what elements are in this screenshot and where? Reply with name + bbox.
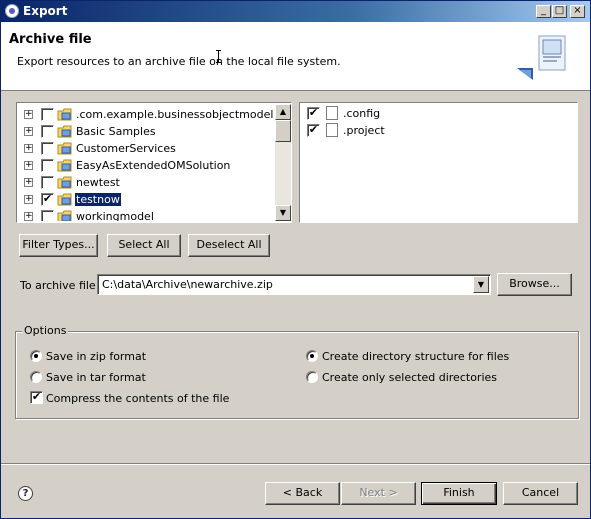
project-checkbox[interactable] xyxy=(41,159,54,172)
project-tree-scrollbar[interactable]: ▲ ▼ xyxy=(275,104,291,221)
project-tree-row[interactable]: + Basic Samples xyxy=(18,123,273,140)
select-all-button[interactable]: Select All xyxy=(107,234,181,257)
options-group: Options Save in zip format Save in tar f… xyxy=(15,324,579,419)
scrollbar-thumb[interactable] xyxy=(275,120,291,142)
project-folder-icon xyxy=(57,108,72,121)
file-checkbox[interactable]: ✔ xyxy=(307,124,320,137)
minimize-button[interactable]: _ xyxy=(536,5,551,18)
finish-button[interactable]: Finish xyxy=(421,482,497,505)
project-tree-row[interactable]: + newtest xyxy=(18,174,273,191)
expand-icon[interactable]: + xyxy=(24,144,33,153)
text-file-icon xyxy=(326,106,338,120)
file-row[interactable]: ✔ .project xyxy=(304,122,574,139)
deselect-all-button[interactable]: Deselect All xyxy=(188,234,270,257)
filter-types-button[interactable]: Filter Types... xyxy=(19,234,98,257)
project-tree-row[interactable]: + .com.example.businessobjectmodel xyxy=(18,106,273,123)
project-tree-row[interactable]: + EasyAsExtendedOMSolution xyxy=(18,157,273,174)
scroll-up-arrow-icon[interactable]: ▲ xyxy=(275,104,291,120)
title-bar[interactable]: Export _ □ × xyxy=(1,1,590,22)
expand-icon[interactable]: + xyxy=(24,212,33,221)
project-label[interactable]: .com.example.businessobjectmodel xyxy=(75,108,273,121)
zip-format-radio[interactable] xyxy=(30,350,42,362)
zip-format-label[interactable]: Save in zip format xyxy=(46,350,146,363)
selected-directories-radio[interactable] xyxy=(306,371,318,383)
project-label[interactable]: CustomerServices xyxy=(75,142,177,155)
project-tree-row[interactable]: + CustomerServices xyxy=(18,140,273,157)
project-tree[interactable]: + .com.example.businessobjectmodel + Basic … xyxy=(16,102,292,223)
window-title: Export xyxy=(23,4,68,18)
browse-button[interactable]: Browse... xyxy=(497,273,572,296)
cancel-button[interactable]: Cancel xyxy=(503,482,578,505)
expand-icon[interactable]: + xyxy=(24,195,33,204)
compress-checkbox[interactable]: ✔ xyxy=(30,391,43,404)
project-checkbox[interactable]: ✔ xyxy=(41,193,54,206)
combo-dropdown-icon[interactable]: ▼ xyxy=(473,276,489,293)
project-folder-icon xyxy=(57,142,72,155)
export-wizard-icon xyxy=(517,35,566,80)
page-description: Export resources to an archive file on t… xyxy=(17,55,341,68)
page-title: Archive file xyxy=(9,32,92,47)
project-label[interactable]: newtest xyxy=(75,176,121,189)
project-folder-icon xyxy=(57,193,72,206)
project-folder-icon xyxy=(57,210,72,221)
file-checkbox[interactable]: ✔ xyxy=(307,107,320,120)
selected-directories-label[interactable]: Create only selected directories xyxy=(322,371,497,384)
archive-file-label: To archive file: xyxy=(20,279,100,292)
tar-format-radio[interactable] xyxy=(30,371,42,383)
next-button-label: Next > xyxy=(359,486,398,499)
wizard-header: Archive file Export resources to an arch… xyxy=(1,22,590,91)
project-folder-icon xyxy=(57,176,72,189)
help-icon[interactable]: ? xyxy=(18,486,33,501)
project-label[interactable]: Basic Samples xyxy=(75,125,157,138)
footer-separator xyxy=(1,463,590,465)
project-label[interactable]: testnow xyxy=(75,193,121,206)
scroll-down-arrow-icon[interactable]: ▼ xyxy=(275,205,291,221)
create-directory-structure-radio[interactable] xyxy=(306,350,318,362)
export-dialog: Export _ □ × Archive file Export resourc… xyxy=(0,0,591,519)
tar-format-label[interactable]: Save in tar format xyxy=(46,371,146,384)
file-label[interactable]: .config xyxy=(343,107,380,120)
expand-icon[interactable]: + xyxy=(24,127,33,136)
expand-icon[interactable]: + xyxy=(24,110,33,119)
project-checkbox[interactable] xyxy=(41,210,54,221)
xml-file-icon xyxy=(326,123,338,137)
project-label[interactable]: workingmodel xyxy=(75,210,155,221)
archive-file-path[interactable]: C:\data\Archive\newarchive.zip xyxy=(102,278,273,291)
compress-label[interactable]: Compress the contents of the file xyxy=(46,392,229,405)
project-tree-row[interactable]: + ✔ testnow xyxy=(18,191,273,208)
close-button[interactable]: × xyxy=(570,5,585,18)
project-checkbox[interactable] xyxy=(41,176,54,189)
file-list[interactable]: ✔ .config ✔ .project xyxy=(299,102,578,223)
project-tree-list: + .com.example.businessobjectmodel + Basic … xyxy=(18,104,273,221)
project-checkbox[interactable] xyxy=(41,108,54,121)
project-folder-icon xyxy=(57,159,72,172)
archive-file-combo[interactable]: C:\data\Archive\newarchive.zip ▼ xyxy=(97,274,491,295)
project-checkbox[interactable] xyxy=(41,142,54,155)
back-button[interactable]: < Back xyxy=(265,482,340,505)
eclipse-app-icon xyxy=(5,4,19,18)
project-label[interactable]: EasyAsExtendedOMSolution xyxy=(75,159,231,172)
project-tree-row[interactable]: + workingmodel xyxy=(18,208,273,221)
text-cursor-icon xyxy=(216,50,221,63)
file-label[interactable]: .project xyxy=(343,124,385,137)
expand-icon[interactable]: + xyxy=(24,178,33,187)
project-checkbox[interactable] xyxy=(41,125,54,138)
maximize-button[interactable]: □ xyxy=(552,5,567,18)
create-directory-structure-label[interactable]: Create directory structure for files xyxy=(322,350,509,363)
options-title: Options xyxy=(22,324,69,337)
file-row[interactable]: ✔ .config xyxy=(304,105,574,122)
expand-icon[interactable]: + xyxy=(24,161,33,170)
project-folder-icon xyxy=(57,125,72,138)
next-button: Next > xyxy=(341,482,416,505)
